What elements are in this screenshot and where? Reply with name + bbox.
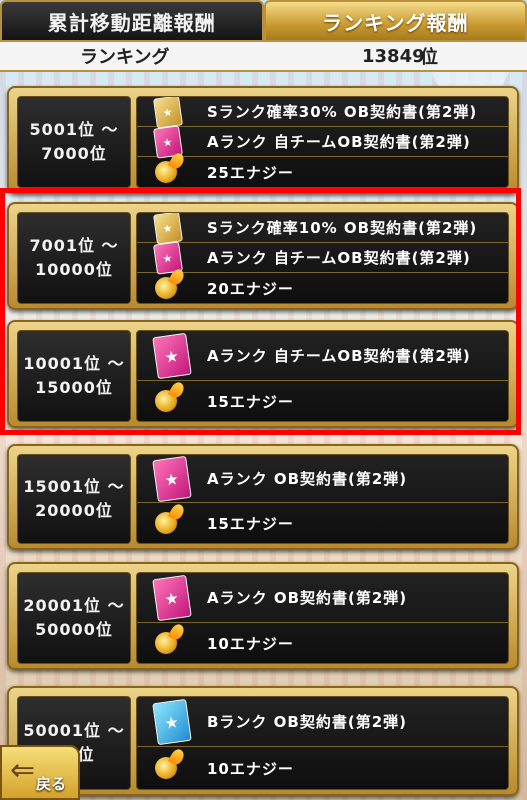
- rank-range-from: 10001位 ～: [23, 354, 125, 373]
- energy-icon: [155, 390, 177, 412]
- reward-text: 10エナジー: [207, 759, 294, 778]
- reward-text: 25エナジー: [207, 163, 294, 182]
- rank-range-to: 15000位: [35, 378, 113, 397]
- reward-item: 10エナジー: [137, 623, 508, 663]
- reward-text: Sランク確率30% OB契約書(第2弾): [207, 103, 478, 121]
- reward-tier-card: 7001位 ～ 10000位 ★ Sランク確率10% OB契約書(第2弾) ★ …: [7, 202, 519, 310]
- reward-text: 15エナジー: [207, 514, 294, 533]
- rank-range: 7001位 ～ 10000位: [17, 212, 131, 304]
- reward-text: 10エナジー: [207, 634, 294, 653]
- energy-icon: [155, 632, 177, 654]
- reward-list: ★ Bランク OB契約書(第2弾) 10エナジー: [136, 696, 509, 790]
- reward-text: Aランク 自チームOB契約書(第2弾): [207, 347, 471, 365]
- reward-list: ★ Sランク確率10% OB契約書(第2弾) ★ Aランク 自チームOB契約書(…: [136, 212, 509, 304]
- reward-item: 20エナジー: [137, 273, 508, 303]
- back-arrow-icon: ⇐: [10, 753, 36, 788]
- ranking-unit: 位: [420, 47, 438, 68]
- reward-item: ★ Aランク OB契約書(第2弾): [137, 573, 508, 623]
- reward-item: 15エナジー: [137, 381, 508, 421]
- reward-tier-card: 5001位 ～ 7000位 ★ Sランク確率30% OB契約書(第2弾) ★ A…: [7, 86, 519, 194]
- tab-bar: 累計移動距離報酬 ランキング報酬: [0, 0, 527, 40]
- reward-text: Aランク OB契約書(第2弾): [207, 589, 408, 607]
- reward-text: Bランク OB契約書(第2弾): [207, 713, 407, 731]
- reward-text: Aランク 自チームOB契約書(第2弾): [207, 249, 471, 267]
- reward-tier-card: 15001位 ～ 20000位 ★ Aランク OB契約書(第2弾) 15エナジー: [7, 444, 519, 550]
- rank-range-from: 5001位 ～: [29, 120, 119, 139]
- rank-range-to: 7000位: [41, 144, 107, 163]
- pink-contract-icon: ★: [152, 574, 192, 621]
- reward-item: ★ Aランク OB契約書(第2弾): [137, 455, 508, 503]
- blue-contract-icon: ★: [152, 698, 192, 745]
- reward-list: ★ Aランク 自チームOB契約書(第2弾) 15エナジー: [136, 330, 509, 422]
- tab-distance-rewards[interactable]: 累計移動距離報酬: [0, 0, 264, 40]
- rank-range: 15001位 ～ 20000位: [17, 454, 131, 544]
- reward-text: Aランク 自チームOB契約書(第2弾): [207, 133, 471, 151]
- reward-text: Aランク OB契約書(第2弾): [207, 470, 408, 488]
- reward-item: ★ Aランク 自チームOB契約書(第2弾): [137, 240, 508, 275]
- pink-contract-icon: ★: [152, 455, 192, 502]
- ranking-label: ランキング: [80, 47, 170, 68]
- reward-tier-card: 20001位 ～ 50000位 ★ Aランク OB契約書(第2弾) 10エナジー: [7, 562, 519, 670]
- reward-item: 15エナジー: [137, 503, 508, 543]
- ranking-value: 13849: [362, 45, 425, 67]
- reward-tier-card: 10001位 ～ 15000位 ★ Aランク 自チームOB契約書(第2弾) 15…: [7, 320, 519, 428]
- reward-item: ★ Sランク確率10% OB契約書(第2弾): [137, 213, 508, 245]
- energy-icon: [155, 757, 177, 779]
- rank-range-from: 15001位 ～: [23, 477, 125, 496]
- reward-item: ★ Bランク OB契約書(第2弾): [137, 697, 508, 747]
- back-button[interactable]: ⇐ 戻る: [0, 745, 80, 800]
- pink-contract-icon: ★: [152, 332, 192, 379]
- rank-range: 10001位 ～ 15000位: [17, 330, 131, 422]
- rank-range-to: 50000位: [35, 620, 113, 639]
- rank-range-to: 20000位: [35, 501, 113, 520]
- gold-contract-icon: ★: [153, 213, 183, 245]
- back-button-label: 戻る: [35, 775, 66, 793]
- energy-icon: [155, 161, 177, 183]
- rank-range-from: 50001位 ～: [23, 721, 125, 740]
- reward-item: ★ Sランク確率30% OB契約書(第2弾): [137, 97, 508, 129]
- energy-icon: [155, 512, 177, 534]
- reward-item: ★ Aランク 自チームOB契約書(第2弾): [137, 124, 508, 159]
- rank-range: 20001位 ～ 50000位: [17, 572, 131, 664]
- reward-item: ★ Aランク 自チームOB契約書(第2弾): [137, 331, 508, 381]
- reward-list: ★ Aランク OB契約書(第2弾) 15エナジー: [136, 454, 509, 544]
- reward-list: ★ Aランク OB契約書(第2弾) 10エナジー: [136, 572, 509, 664]
- energy-icon: [155, 277, 177, 299]
- reward-item: 10エナジー: [137, 747, 508, 789]
- rank-range-from: 20001位 ～: [23, 596, 125, 615]
- reward-item: 25エナジー: [137, 157, 508, 187]
- current-ranking-bar: ランキング 13849 位: [0, 40, 527, 72]
- reward-text: 20エナジー: [207, 279, 294, 298]
- reward-text: 15エナジー: [207, 392, 294, 411]
- rank-range-from: 7001位 ～: [29, 236, 119, 255]
- reward-tier-card: 50001位 ～ 00位 ★ Bランク OB契約書(第2弾) 10エナジー: [7, 686, 519, 796]
- tab-ranking-rewards[interactable]: ランキング報酬: [263, 0, 527, 40]
- reward-text: Sランク確率10% OB契約書(第2弾): [207, 219, 478, 237]
- rank-range-to: 10000位: [35, 260, 113, 279]
- rank-range: 5001位 ～ 7000位: [17, 96, 131, 188]
- gold-contract-icon: ★: [153, 97, 183, 129]
- reward-list: ★ Sランク確率30% OB契約書(第2弾) ★ Aランク 自チームOB契約書(…: [136, 96, 509, 188]
